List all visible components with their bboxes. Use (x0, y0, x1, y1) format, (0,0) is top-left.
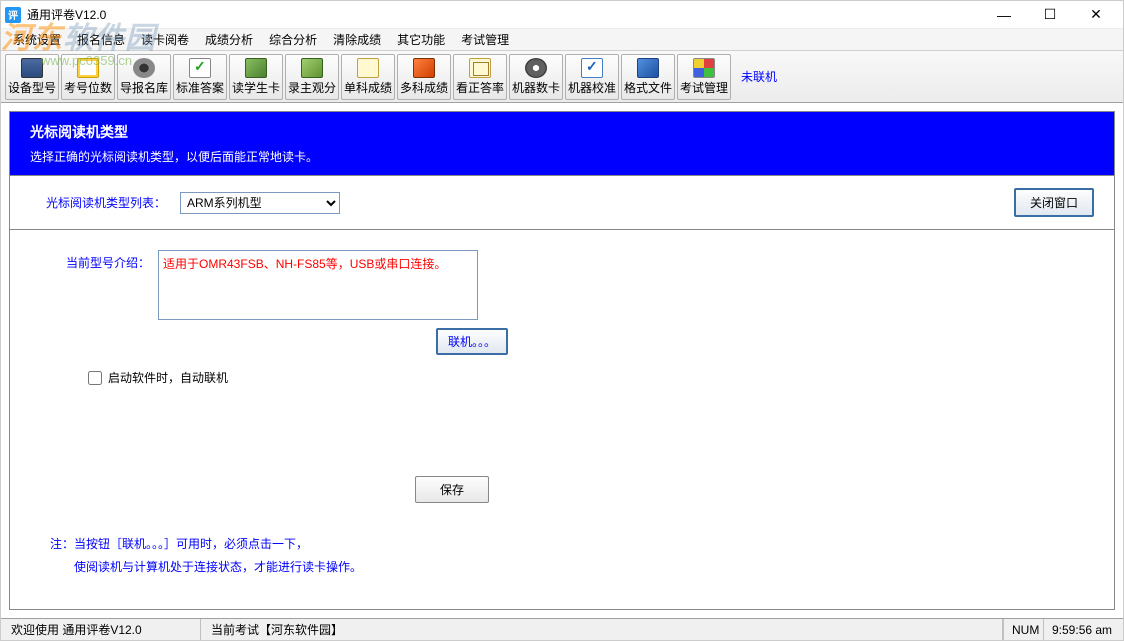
answer-icon (188, 57, 212, 79)
reader-type-label: 光标阅读机类型列表： (46, 194, 166, 211)
toolbar: 设备型号 考号位数 导报名库 标准答案 读学生卡 录主观分 单科成绩 多科成绩 … (1, 51, 1123, 103)
app-icon: 评 (5, 7, 21, 23)
section-title: 光标阅读机类型 (30, 122, 1094, 142)
window-title: 通用评卷V12.0 (27, 6, 106, 23)
import-icon (132, 57, 156, 79)
close-window-button[interactable]: 关闭窗口 (1014, 188, 1094, 217)
auto-connect-checkbox[interactable] (88, 371, 102, 385)
main-panel: 当前型号介绍： 适用于OMR43FSB、NH-FS85等，USB或串口连接。 联… (9, 230, 1115, 610)
section-header: 光标阅读机类型 选择正确的光标阅读机类型，以便后面能正常地读卡。 (9, 111, 1115, 176)
tool-exam-manage[interactable]: 考试管理 (677, 54, 731, 100)
tool-import-roster[interactable]: 导报名库 (117, 54, 171, 100)
single-subject-icon (356, 57, 380, 79)
auto-connect-label: 启动软件时，自动联机 (108, 369, 228, 386)
device-icon (20, 57, 44, 79)
menu-score-analysis[interactable]: 成绩分析 (197, 28, 261, 51)
menubar: 系统设置 报名信息 读卡阅卷 成绩分析 综合分析 清除成绩 其它功能 考试管理 (1, 29, 1123, 51)
save-button[interactable]: 保存 (415, 476, 489, 503)
close-button[interactable]: ✕ (1073, 1, 1119, 29)
tool-multi-subject[interactable]: 多科成绩 (397, 54, 451, 100)
tool-machine-calibrate[interactable]: 机器校准 (565, 54, 619, 100)
note-text: 注：当按钮［联机。。。］可用时，必须点击一下， 使阅读机与计算机处于连接状态，才… (50, 533, 1084, 579)
student-card-icon (244, 57, 268, 79)
status-numlock: NUM (1003, 619, 1043, 640)
tool-machine-count[interactable]: 机器数卡 (509, 54, 563, 100)
tool-correct-rate[interactable]: 看正答率 (453, 54, 507, 100)
format-icon (636, 57, 660, 79)
tool-device-model[interactable]: 设备型号 (5, 54, 59, 100)
reader-type-select[interactable]: ARM系列机型 (180, 192, 340, 214)
titlebar: 评 通用评卷V12.0 — ☐ ✕ (1, 1, 1123, 29)
machine-count-icon (524, 57, 548, 79)
calibrate-icon (580, 57, 604, 79)
tool-single-subject[interactable]: 单科成绩 (341, 54, 395, 100)
status-time: 9:59:56 am (1043, 619, 1123, 640)
menu-registration-info[interactable]: 报名信息 (69, 28, 133, 51)
model-intro-text: 适用于OMR43FSB、NH-FS85等，USB或串口连接。 (158, 250, 478, 320)
tool-subjective-score[interactable]: 录主观分 (285, 54, 339, 100)
digits-icon (76, 57, 100, 79)
menu-comprehensive-analysis[interactable]: 综合分析 (261, 28, 325, 51)
tool-standard-answer[interactable]: 标准答案 (173, 54, 227, 100)
reader-type-row: 光标阅读机类型列表： ARM系列机型 关闭窗口 (9, 176, 1115, 230)
menu-clear-scores[interactable]: 清除成绩 (325, 28, 389, 51)
tool-exam-digits[interactable]: 考号位数 (61, 54, 115, 100)
rate-icon (468, 57, 492, 79)
model-intro-label: 当前型号介绍： (66, 254, 150, 271)
menu-card-reading[interactable]: 读卡阅卷 (133, 28, 197, 51)
multi-subject-icon (412, 57, 436, 79)
menu-other-functions[interactable]: 其它功能 (389, 28, 453, 51)
connection-status: 未联机 (741, 68, 777, 85)
maximize-button[interactable]: ☐ (1027, 1, 1073, 29)
section-description: 选择正确的光标阅读机类型，以便后面能正常地读卡。 (30, 148, 1094, 165)
statusbar: 欢迎使用 通用评卷V12.0 当前考试【河东软件园】 NUM 9:59:56 a… (1, 618, 1123, 640)
exam-manage-icon (692, 57, 716, 79)
status-welcome: 欢迎使用 通用评卷V12.0 (1, 619, 201, 640)
tool-read-student-card[interactable]: 读学生卡 (229, 54, 283, 100)
status-current-exam: 当前考试【河东软件园】 (201, 619, 1003, 640)
menu-exam-management[interactable]: 考试管理 (453, 28, 517, 51)
minimize-button[interactable]: — (981, 1, 1027, 29)
menu-system-settings[interactable]: 系统设置 (5, 28, 69, 51)
connect-button[interactable]: 联机。。。 (436, 328, 508, 355)
subjective-icon (300, 57, 324, 79)
tool-format-file[interactable]: 格式文件 (621, 54, 675, 100)
